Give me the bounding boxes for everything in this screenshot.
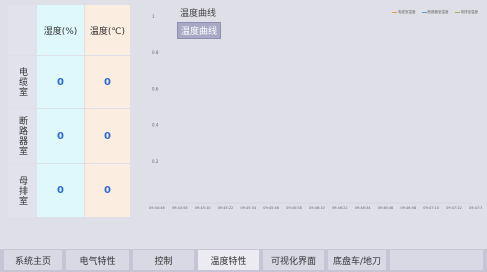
chart-plot-area: 1 0.8 0.6 0.4 0.2 09:44:46 09:44:58 09:45:10 09:…: [149, 14, 482, 210]
tab-control[interactable]: 控制: [133, 250, 194, 270]
x-tick-label: 09:47:34: [469, 206, 482, 210]
y-tick-label: 0.6: [152, 86, 159, 91]
col-header-humidity: 湿度(%): [37, 5, 84, 55]
cell-temperature-busbar-room: 0: [85, 164, 130, 217]
x-tick-label: 09:46:22: [332, 206, 348, 210]
x-tick-label: 09:44:46: [149, 206, 165, 210]
cell-humidity-breaker-room: 0: [37, 109, 84, 163]
tab-home[interactable]: 系统主页: [4, 250, 62, 270]
table-corner: [8, 5, 36, 55]
x-tick-label: 09:45:46: [263, 206, 279, 210]
bottom-tab-bar: 系统主页 电气特性 控制 温度特性 可视化界面 底盘车/地刀: [0, 249, 487, 272]
row-label-cable-room: 电缆室: [8, 56, 36, 108]
x-tick-label: 09:46:58: [400, 206, 416, 210]
cell-temperature-cable-room: 0: [85, 56, 130, 108]
row-label-breaker-room: 断路器室: [8, 109, 36, 163]
x-tick-label: 09:46:46: [378, 206, 394, 210]
x-tick-label: 09:47:22: [446, 206, 462, 210]
tab-temperature[interactable]: 温度特性: [198, 250, 259, 270]
cell-temperature-breaker-room: 0: [85, 109, 130, 163]
x-tick-label: 09:46:34: [355, 206, 371, 210]
x-tick-label: 09:44:58: [172, 206, 188, 210]
tab-visualization[interactable]: 可视化界面: [263, 250, 324, 270]
x-tick-label: 09:45:34: [240, 206, 256, 210]
temperature-chart: 温度曲线 温度曲线 电缆室温度 断路器室温度 母排室温度 1 0.8 0.6 0.4 0…: [140, 2, 482, 222]
x-tick-label: 09:45:58: [286, 206, 302, 210]
sensor-table: 湿度(%) 温度(℃) 电缆室 0 0 断路器室 0 0 母排室 0 0: [8, 5, 130, 217]
x-tick-label: 09:45:10: [195, 206, 211, 210]
x-tick-label: 09:47:10: [423, 206, 439, 210]
y-tick-label: 1: [152, 14, 155, 19]
x-tick-label: 09:46:10: [309, 206, 325, 210]
col-header-temperature: 温度(℃): [85, 5, 130, 55]
cell-humidity-busbar-room: 0: [37, 164, 84, 217]
tab-electrical[interactable]: 电气特性: [66, 250, 129, 270]
tab-chassis-ground[interactable]: 底盘车/地刀: [328, 250, 386, 270]
y-tick-label: 0.8: [152, 50, 159, 55]
x-tick-label: 09:45:22: [218, 206, 234, 210]
cell-humidity-cable-room: 0: [37, 56, 84, 108]
tab-empty: [390, 250, 483, 270]
y-tick-label: 0.2: [152, 159, 159, 164]
row-label-busbar-room: 母排室: [8, 164, 36, 217]
y-tick-label: 0.4: [152, 123, 159, 128]
